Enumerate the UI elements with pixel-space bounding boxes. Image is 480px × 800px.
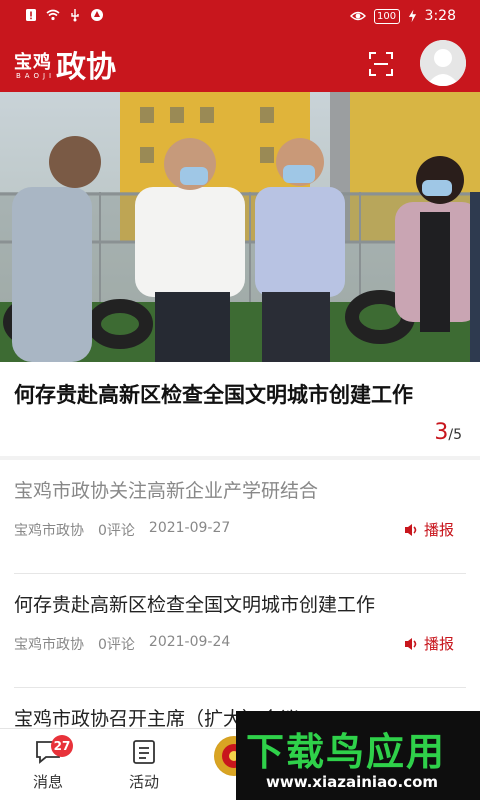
news-title: 何存贵赴高新区检查全国文明城市创建工作 <box>14 594 376 616</box>
app-header: 宝鸡 BAOJI 政协 <box>0 34 480 92</box>
news-date: 2021-09-27 <box>148 520 231 536</box>
news-item[interactable]: 何存贵赴高新区检查全国文明城市创建工作 宝鸡市政协 0评论 2021-09-24… <box>0 574 480 688</box>
tab-activity[interactable]: 活动 <box>114 739 174 792</box>
usb-icon <box>71 9 79 22</box>
status-icons-right: 100 3:28 <box>349 8 456 24</box>
banner-carousel[interactable] <box>0 92 480 362</box>
pager-total: /5 <box>448 427 462 443</box>
user-avatar-icon <box>420 40 466 86</box>
banner-photo <box>0 92 480 362</box>
news-date: 2021-09-24 <box>148 634 231 650</box>
news-comments: 0评论 <box>98 637 135 653</box>
broadcast-button[interactable]: 播报 <box>404 633 454 654</box>
broadcast-label: 播报 <box>423 635 454 653</box>
logo-big-text: 政协 <box>56 50 116 85</box>
wifi-icon <box>46 9 60 21</box>
scan-icon[interactable] <box>368 51 394 77</box>
eye-comfort-icon <box>349 11 366 21</box>
banner-headline: 何存贵赴高新区检查全国文明城市创建工作 <box>14 383 413 407</box>
user-avatar[interactable] <box>420 40 466 86</box>
news-meta: 宝鸡市政协 0评论 2021-09-27 <box>14 520 230 540</box>
watermark-overlay: 下载鸟应用 www.xiazainiao.com <box>236 711 480 800</box>
watermark-url: www.xiazainiao.com <box>266 773 439 791</box>
banner-pager: 3/5 <box>434 420 462 445</box>
tab-activity-label: 活动 <box>128 773 159 791</box>
news-item[interactable]: 宝鸡市政协关注高新企业产学研结合 宝鸡市政协 0评论 2021-09-27 播报 <box>0 460 480 574</box>
charging-icon <box>408 9 416 23</box>
logo-small-text: 宝鸡 <box>14 52 52 73</box>
news-source: 宝鸡市政协 <box>14 637 84 653</box>
news-title: 宝鸡市政协关注高新企业产学研结合 <box>14 480 319 502</box>
speaker-icon <box>404 637 417 650</box>
speaker-icon <box>404 523 417 536</box>
logo-subtitle: BAOJI <box>16 72 56 80</box>
vpn-icon <box>91 9 103 21</box>
broadcast-label: 播报 <box>423 521 454 539</box>
status-time: 3:28 <box>424 8 456 24</box>
document-list-icon <box>133 740 155 764</box>
status-bar: 100 3:28 <box>0 0 480 34</box>
broadcast-button[interactable]: 播报 <box>404 519 454 540</box>
tab-messages-label: 消息 <box>32 773 63 791</box>
banner-caption[interactable]: 何存贵赴高新区检查全国文明城市创建工作 3/5 <box>0 362 480 456</box>
unread-badge: 27 <box>51 735 73 757</box>
pager-current: 3 <box>434 420 449 445</box>
tab-messages[interactable]: 消息 27 <box>18 735 78 792</box>
status-icons-left <box>24 8 104 22</box>
news-source: 宝鸡市政协 <box>14 523 84 539</box>
news-meta: 宝鸡市政协 0评论 2021-09-24 <box>14 634 230 654</box>
battery-indicator: 100 <box>373 8 400 24</box>
sim-alert-icon <box>26 9 36 21</box>
news-comments: 0评论 <box>98 523 135 539</box>
watermark-title: 下载鸟应用 <box>246 730 447 774</box>
